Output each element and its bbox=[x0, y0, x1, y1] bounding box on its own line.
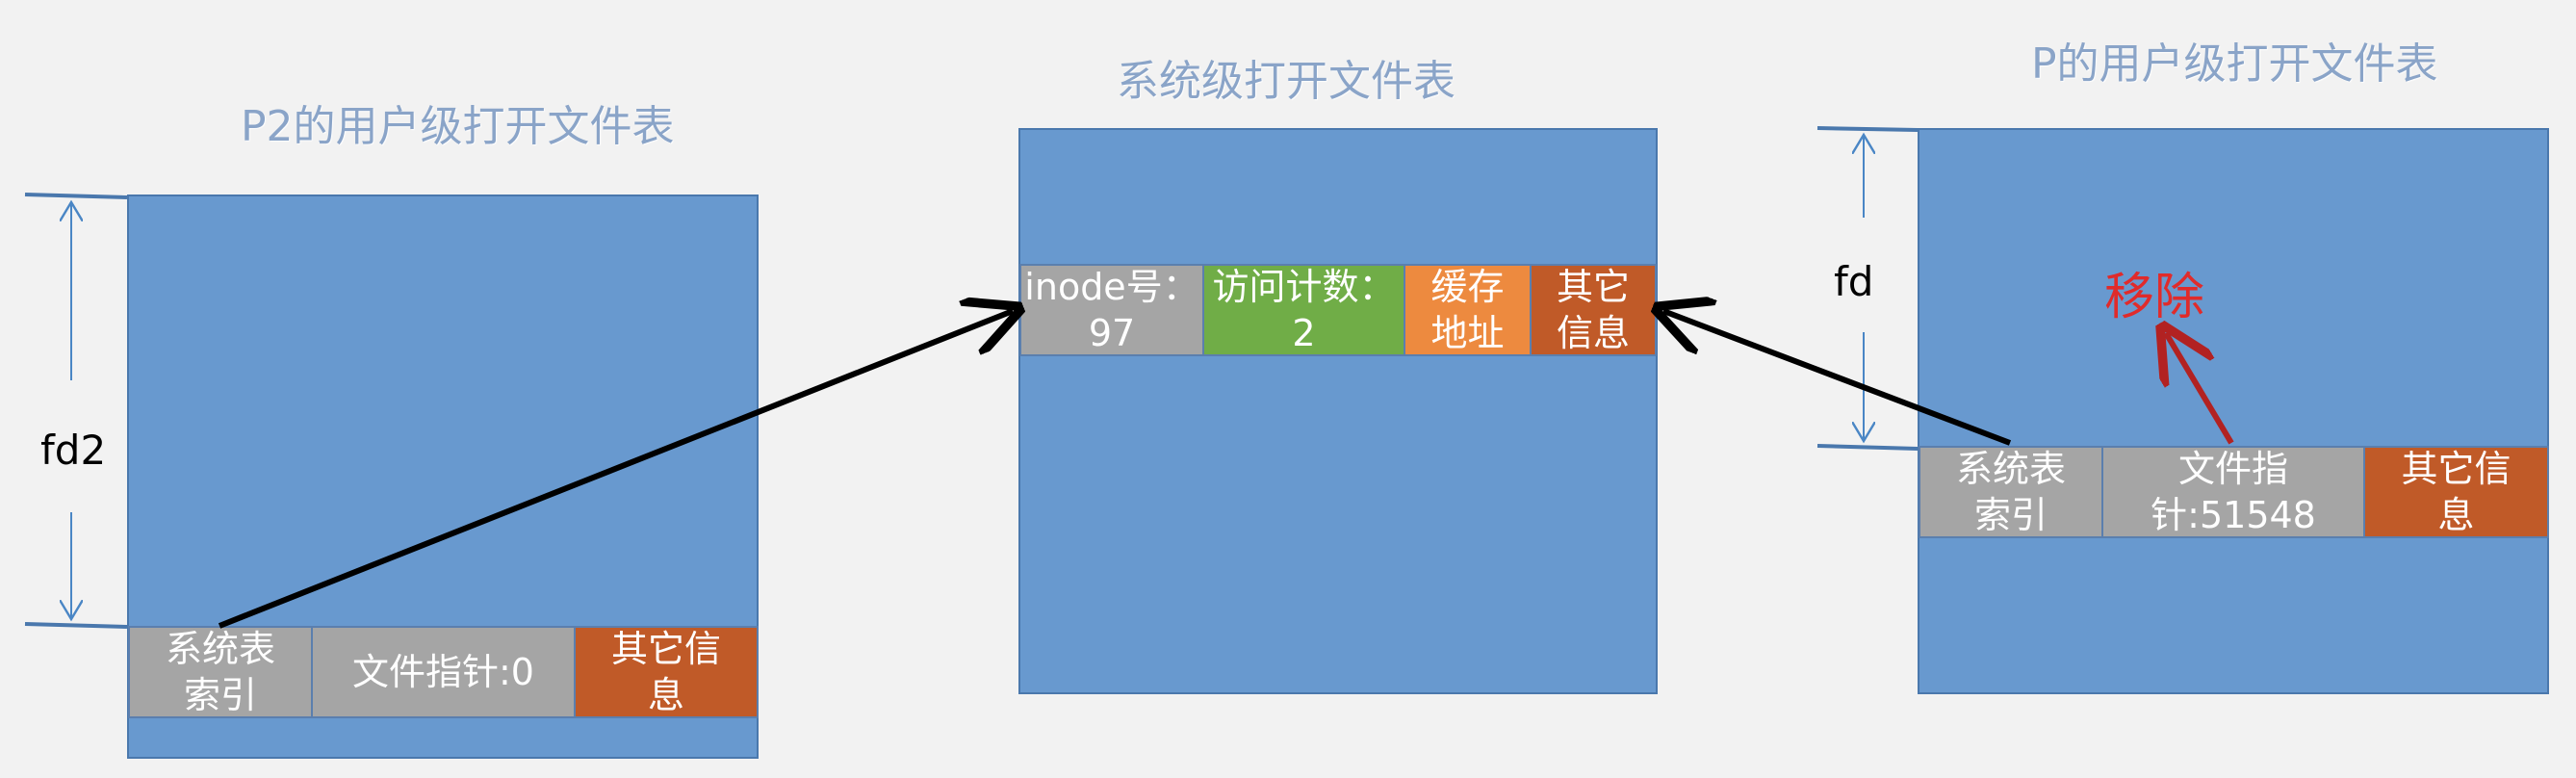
p-to-system-arrow bbox=[1663, 311, 2012, 446]
diagram-connectors bbox=[24, 126, 2234, 629]
p2-to-system-arrow bbox=[218, 311, 1013, 629]
p-bottom-tick bbox=[1816, 444, 1919, 451]
p-top-tick bbox=[1816, 126, 1919, 132]
p2-top-tick bbox=[24, 193, 128, 199]
remove-arrow bbox=[2166, 333, 2234, 445]
p2-bottom-tick bbox=[24, 622, 128, 629]
